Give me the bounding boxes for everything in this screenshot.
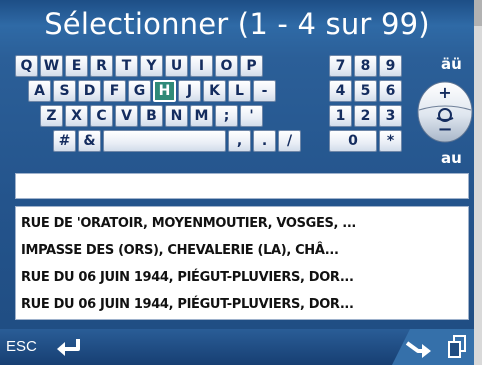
key-f[interactable]: F [103, 80, 126, 102]
accent-keys-toggle[interactable]: äü [441, 55, 462, 73]
key-m[interactable]: M [190, 105, 213, 127]
key-1[interactable]: 1 [329, 105, 352, 127]
scrollbar[interactable] [474, 0, 482, 365]
key-semicolon[interactable]: ; [215, 105, 238, 127]
key-s[interactable]: S [53, 80, 76, 102]
key-z[interactable]: Z [40, 105, 63, 127]
key-8[interactable]: 8 [354, 55, 377, 77]
key-n[interactable]: N [165, 105, 188, 127]
key-4[interactable]: 4 [329, 80, 352, 102]
key-t[interactable]: T [115, 55, 138, 77]
key-space[interactable] [103, 130, 226, 152]
key-d[interactable]: D [78, 80, 101, 102]
key-c[interactable]: C [90, 105, 113, 127]
copy-icon[interactable] [446, 334, 468, 360]
key-comma[interactable]: , [228, 130, 251, 152]
key-9[interactable]: 9 [379, 55, 402, 77]
key-v[interactable]: V [115, 105, 138, 127]
list-item[interactable]: RUE DE 'ORATOIR, MOYENMOUTIER, VOSGES, .… [21, 210, 468, 237]
key-q[interactable]: Q [15, 55, 38, 77]
key-g[interactable]: G [128, 80, 151, 102]
key-asterisk[interactable]: * [379, 130, 402, 152]
key-2[interactable]: 2 [354, 105, 377, 127]
list-item[interactable]: IMPASSE DES (ORS), CHEVALERIE (LA), CHÂ.… [21, 237, 468, 264]
key-h-selected[interactable]: H [153, 80, 176, 102]
next-arrow-icon[interactable] [404, 336, 434, 360]
esc-button[interactable]: ESC [6, 338, 37, 355]
key-x[interactable]: X [65, 105, 88, 127]
key-b[interactable]: B [140, 105, 163, 127]
key-j[interactable]: J [178, 80, 201, 102]
key-ampersand[interactable]: & [78, 130, 101, 152]
key-hyphen[interactable]: - [253, 80, 276, 102]
key-7[interactable]: 7 [329, 55, 352, 77]
key-5[interactable]: 5 [354, 80, 377, 102]
key-hash[interactable]: # [53, 130, 76, 152]
key-slash[interactable]: / [278, 130, 301, 152]
key-a[interactable]: A [28, 80, 51, 102]
screen: Sélectionner (1 - 4 sur 99) Q W E R T Y … [0, 0, 482, 365]
key-u[interactable]: U [165, 55, 188, 77]
key-y[interactable]: Y [140, 55, 163, 77]
key-e[interactable]: E [65, 55, 88, 77]
svg-text:+: + [438, 83, 451, 102]
zoom-control-icon[interactable]: + − [415, 80, 475, 144]
key-period[interactable]: . [253, 130, 276, 152]
search-input[interactable] [15, 173, 469, 199]
uppercase-toggle[interactable]: au [441, 149, 462, 167]
list-item[interactable]: RUE DU 06 JUIN 1944, PIÉGUT-PLUVIERS, DO… [21, 264, 468, 291]
svg-text:−: − [437, 119, 452, 140]
key-apostrophe[interactable]: ' [240, 105, 263, 127]
key-o[interactable]: O [215, 55, 238, 77]
key-3[interactable]: 3 [379, 105, 402, 127]
scrollbar-thumb[interactable] [474, 0, 482, 26]
key-w[interactable]: W [40, 55, 63, 77]
back-arrow-icon[interactable] [54, 336, 84, 360]
key-p[interactable]: P [240, 55, 263, 77]
list-item[interactable]: RUE DU 06 JUIN 1944, PIÉGUT-PLUVIERS, DO… [21, 291, 468, 318]
page-title: Sélectionner (1 - 4 sur 99) [44, 7, 430, 41]
key-r[interactable]: R [90, 55, 113, 77]
key-k[interactable]: K [203, 80, 226, 102]
results-list: RUE DE 'ORATOIR, MOYENMOUTIER, VOSGES, .… [15, 206, 469, 320]
key-l[interactable]: L [228, 80, 251, 102]
key-i[interactable]: I [190, 55, 213, 77]
key-0[interactable]: 0 [329, 130, 377, 152]
key-6[interactable]: 6 [379, 80, 402, 102]
